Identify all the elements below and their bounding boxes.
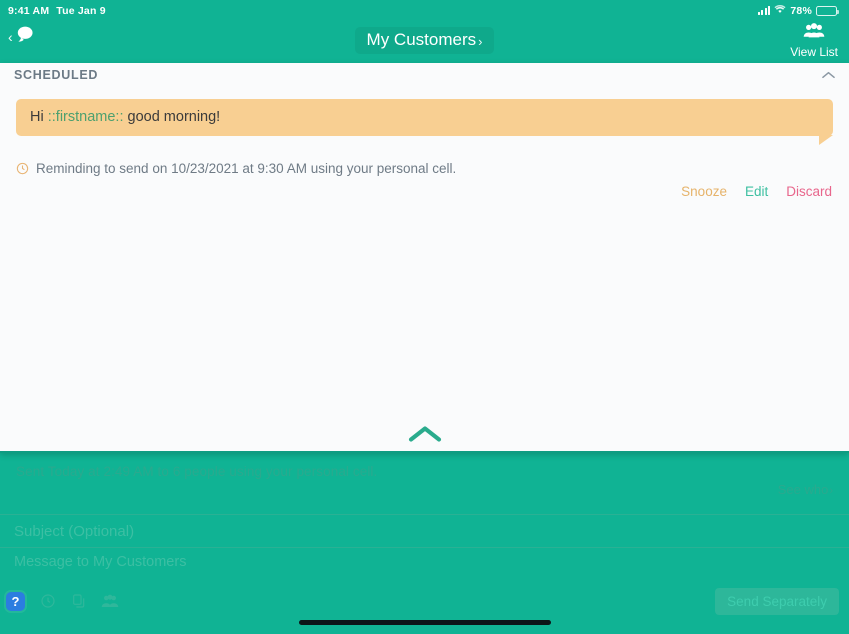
schedule-icon[interactable] xyxy=(37,590,59,612)
see-who-chevron-icon: › xyxy=(829,485,833,497)
status-bar-right: 78% xyxy=(757,4,839,17)
message-prefix: Hi xyxy=(30,109,48,125)
snooze-button[interactable]: Snooze xyxy=(681,184,727,199)
bubble-tail xyxy=(819,135,833,145)
toolbar-icon-group: ? xyxy=(4,590,121,612)
people-group-icon xyxy=(803,22,825,44)
scheduled-panel: SCHEDULED Hi ::firstname:: good morning!… xyxy=(0,63,849,453)
compose-toolbar: ? Send Separately xyxy=(0,586,849,616)
sent-status-text: Sent Today at 2:49 AM to 6 people using … xyxy=(16,464,378,479)
clock-icon xyxy=(16,162,29,175)
recipients-icon[interactable] xyxy=(99,590,121,612)
scheduled-section-title: SCHEDULED xyxy=(14,68,99,82)
wifi-icon xyxy=(774,4,786,17)
view-list-button[interactable]: View List xyxy=(790,22,838,59)
status-date: Tue Jan 9 xyxy=(56,4,106,17)
scheduled-actions: Snooze Edit Discard xyxy=(0,176,849,199)
status-bar-left: 9:41 AM Tue Jan 9 xyxy=(8,5,106,17)
battery-icon xyxy=(816,5,839,16)
message-bubble-wrap: Hi ::firstname:: good morning! xyxy=(0,87,849,145)
chevron-up-large-icon[interactable] xyxy=(408,425,442,443)
see-who-link[interactable]: See who› xyxy=(778,482,833,497)
reminder-text: Reminding to send on 10/23/2021 at 9:30 … xyxy=(36,161,457,176)
reminder-row: Reminding to send on 10/23/2021 at 9:30 … xyxy=(0,136,849,176)
subject-input[interactable]: Subject (Optional) xyxy=(0,515,849,547)
templates-icon[interactable] xyxy=(68,590,90,612)
navigation-bar: ‹ My Customers › View List xyxy=(0,21,849,63)
sent-status-row: Sent Today at 2:49 AM to 6 people using … xyxy=(0,452,849,514)
title-chevron-icon: › xyxy=(478,33,483,49)
scheduled-panel-header: SCHEDULED xyxy=(0,63,849,87)
message-merge-token: ::firstname:: xyxy=(47,109,124,125)
battery-percent: 78% xyxy=(790,4,812,17)
scheduled-message-bubble[interactable]: Hi ::firstname:: good morning! xyxy=(16,99,833,145)
see-who-label: See who xyxy=(777,482,829,497)
help-button[interactable]: ? xyxy=(6,591,25,611)
page-title: My Customers xyxy=(366,30,477,49)
status-bar: 9:41 AM Tue Jan 9 78% xyxy=(0,0,849,21)
home-indicator xyxy=(298,620,551,625)
edit-button[interactable]: Edit xyxy=(745,184,768,199)
view-list-label: View List xyxy=(790,45,838,59)
send-separately-button[interactable]: Send Separately xyxy=(715,587,839,615)
message-suffix: good morning! xyxy=(123,109,221,125)
chevron-up-icon[interactable] xyxy=(822,69,835,81)
message-input[interactable]: Message to My Customers xyxy=(0,548,849,582)
status-time: 9:41 AM xyxy=(8,4,50,17)
signal-bars-icon xyxy=(757,6,771,15)
discard-button[interactable]: Discard xyxy=(786,184,832,199)
page-title-button[interactable]: My Customers › xyxy=(354,27,495,54)
nav-title-wrap: My Customers › xyxy=(0,27,849,54)
